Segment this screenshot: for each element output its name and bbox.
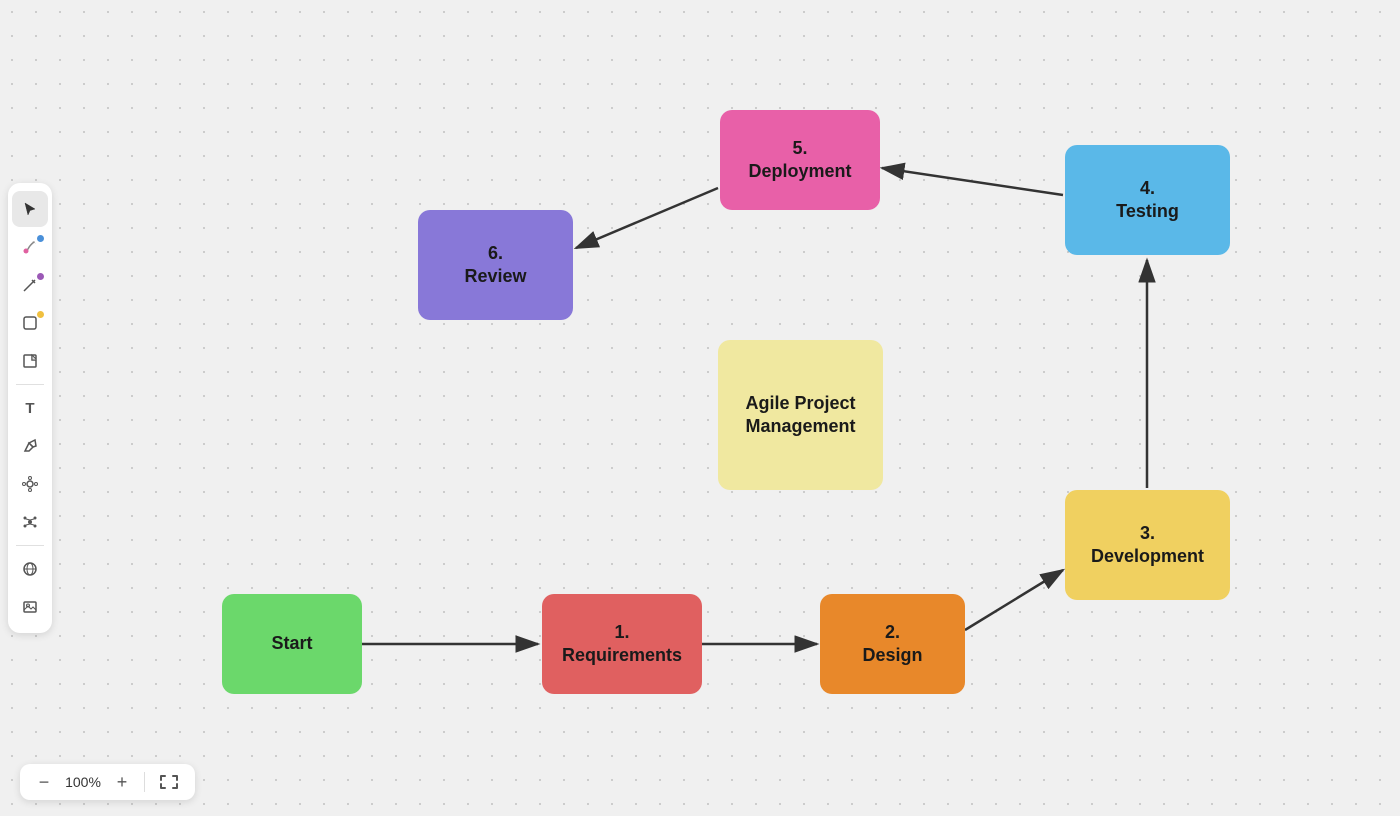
node-development-label2: Development xyxy=(1091,545,1204,568)
node-design[interactable]: 2. Design xyxy=(820,594,965,694)
node-deployment[interactable]: 5. Deployment xyxy=(720,110,880,210)
node-review[interactable]: 6. Review xyxy=(418,210,573,320)
canvas: Start 1. Requirements 2. Design 3. Devel… xyxy=(0,0,1400,816)
paint-tool[interactable] xyxy=(12,229,48,265)
zoom-level: 100% xyxy=(64,774,102,790)
bottom-toolbar: − 100% + xyxy=(20,764,195,800)
text-tool[interactable]: T xyxy=(12,390,48,426)
node-testing-label2: Testing xyxy=(1116,200,1179,223)
pen-tool[interactable] xyxy=(12,267,48,303)
image-tool[interactable] xyxy=(12,589,48,625)
node-review-label2: Review xyxy=(464,265,526,288)
node-testing-label1: 4. xyxy=(1140,177,1155,200)
network-tool[interactable] xyxy=(12,504,48,540)
node-development-label1: 3. xyxy=(1140,522,1155,545)
node-requirements[interactable]: 1. Requirements xyxy=(542,594,702,694)
node-deployment-label2: Deployment xyxy=(748,160,851,183)
sticky-tool[interactable] xyxy=(12,343,48,379)
node-agile-label1: Agile Project xyxy=(745,392,855,415)
node-review-label1: 6. xyxy=(488,242,503,265)
toolbar: T xyxy=(8,183,52,633)
zoom-divider xyxy=(144,772,145,792)
node-agile-label2: Management xyxy=(745,415,855,438)
node-design-label1: 2. xyxy=(885,621,900,644)
node-development[interactable]: 3. Development xyxy=(1065,490,1230,600)
component-tool[interactable] xyxy=(12,466,48,502)
fit-view-button[interactable] xyxy=(155,770,183,794)
node-agile[interactable]: Agile Project Management xyxy=(718,340,883,490)
zoom-in-button[interactable]: + xyxy=(110,770,134,794)
shape-tool[interactable] xyxy=(12,305,48,341)
arrows-svg xyxy=(0,0,1400,816)
globe-tool[interactable] xyxy=(12,551,48,587)
eraser-tool[interactable] xyxy=(12,428,48,464)
node-deployment-label1: 5. xyxy=(792,137,807,160)
zoom-out-button[interactable]: − xyxy=(32,770,56,794)
node-start[interactable]: Start xyxy=(222,594,362,694)
node-testing[interactable]: 4. Testing xyxy=(1065,145,1230,255)
node-requirements-label2: Requirements xyxy=(562,644,682,667)
node-design-label2: Design xyxy=(862,644,922,667)
node-requirements-label1: 1. xyxy=(614,621,629,644)
node-start-label: Start xyxy=(271,632,312,655)
select-tool[interactable] xyxy=(12,191,48,227)
